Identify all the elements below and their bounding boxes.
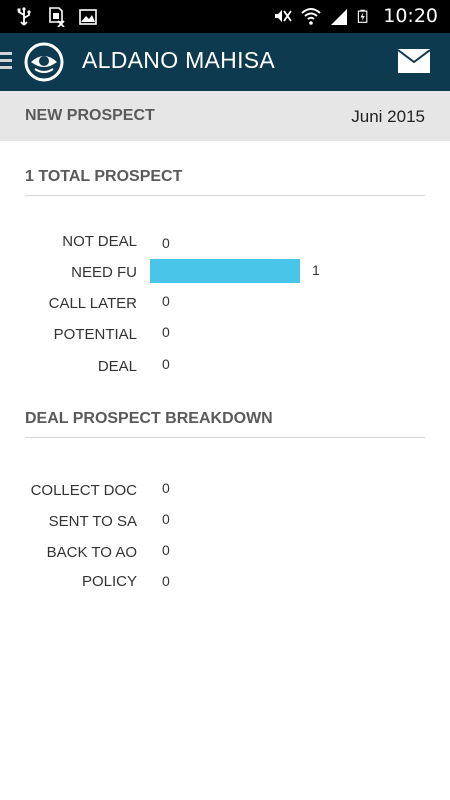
row-label-call-later: CALL LATER	[48, 295, 137, 312]
signal-icon	[331, 9, 348, 25]
period-selector[interactable]: Juni 2015	[351, 107, 425, 127]
battery-charging-icon	[358, 9, 368, 23]
row-value-not-deal: 0	[162, 235, 170, 251]
no-sim-icon	[49, 7, 65, 27]
image-icon	[79, 9, 97, 25]
row-label-deal: DEAL	[97, 358, 137, 375]
app-title: ALDANO MAHISA	[82, 47, 276, 73]
row-label-potential: POTENTIAL	[53, 326, 137, 343]
row-label-policy: POLICY	[81, 573, 137, 590]
row-label-need-fu: NEED FU	[71, 264, 137, 281]
row-label-collect-doc: COLLECT DOC	[30, 482, 137, 499]
section-divider	[25, 437, 425, 438]
mail-icon[interactable]	[398, 49, 430, 73]
deal-breakdown-title: DEAL PROSPECT BREAKDOWN	[25, 410, 273, 427]
page-title: NEW PROSPECT	[25, 107, 155, 124]
row-value-need-fu: 1	[312, 262, 320, 278]
row-value-policy: 0	[162, 573, 170, 589]
section-divider	[25, 195, 425, 196]
row-value-sent-to-sa: 0	[162, 511, 170, 527]
row-value-potential: 0	[162, 324, 170, 340]
clock-time: 10:20	[383, 5, 438, 27]
row-label-not-deal: NOT DEAL	[62, 233, 137, 250]
row-value-back-to-ao: 0	[162, 542, 170, 558]
total-prospect-title: 1 TOTAL PROSPECT	[25, 168, 183, 185]
sub-header: NEW PROSPECT Juni 2015	[0, 91, 450, 141]
app-bar: ALDANO MAHISA	[0, 33, 450, 91]
row-value-deal: 0	[162, 356, 170, 372]
bar-need-fu	[150, 259, 300, 283]
wifi-icon	[301, 8, 321, 25]
logo-icon[interactable]	[24, 42, 64, 82]
usb-icon	[17, 7, 31, 26]
row-label-back-to-ao: BACK TO AO	[46, 544, 137, 561]
row-label-sent-to-sa: SENT TO SA	[48, 513, 137, 530]
row-value-call-later: 0	[162, 293, 170, 309]
status-bar: 10:20	[0, 0, 450, 33]
row-value-collect-doc: 0	[162, 480, 170, 496]
menu-icon[interactable]	[0, 52, 12, 72]
mute-icon	[275, 10, 292, 22]
